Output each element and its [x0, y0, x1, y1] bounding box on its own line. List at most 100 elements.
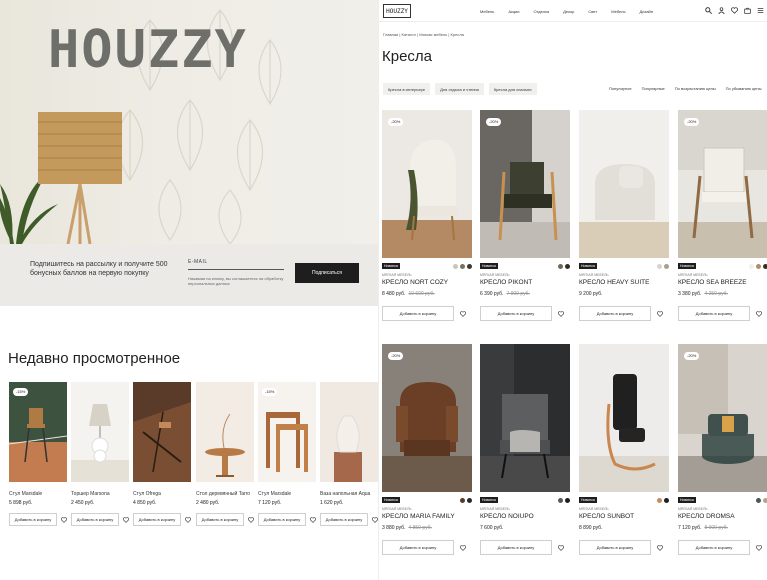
heart-icon[interactable]	[123, 516, 129, 523]
product-image[interactable]: -20%	[382, 110, 472, 258]
subscribe-button[interactable]: Подписаться	[295, 263, 359, 283]
color-swatch[interactable]	[460, 263, 465, 269]
color-swatch[interactable]	[763, 497, 767, 503]
product-name[interactable]: Стол деревянный Tarro	[196, 491, 254, 497]
add-to-cart-button[interactable]: Добавить в корзину	[382, 540, 454, 555]
color-swatch[interactable]	[558, 263, 563, 269]
recent-item[interactable]: Ваза напольная Aqua 1 620 руб. Добавить …	[320, 382, 378, 526]
add-to-cart-button[interactable]: Добавить в корзину	[71, 513, 119, 526]
product-card[interactable]: Новинка МЯГКАЯ МЕБЕЛЬ КРЕСЛО HEAVY SUITE 9 …	[579, 110, 669, 321]
product-image[interactable]: -15%	[258, 382, 316, 482]
color-swatch[interactable]	[763, 263, 767, 269]
product-image[interactable]	[71, 382, 129, 482]
nav-item[interactable]: Мебель	[611, 9, 625, 14]
product-name[interactable]: Ваза напольная Aqua	[320, 491, 378, 497]
color-swatch[interactable]	[565, 497, 570, 503]
color-swatch[interactable]	[467, 497, 472, 503]
color-swatch[interactable]	[657, 263, 662, 269]
filter-chip[interactable]: Для отдыха и чтения	[435, 83, 484, 95]
add-to-cart-button[interactable]: Добавить в корзину	[320, 513, 368, 526]
product-image[interactable]: -20%	[480, 110, 570, 258]
product-name[interactable]: КРЕСЛО DROMSA	[678, 513, 767, 520]
add-to-cart-button[interactable]: Добавить в корзину	[196, 513, 244, 526]
product-card[interactable]: Новинка МЯГКАЯ МЕБЕЛЬ КРЕСЛО NOIUPO 7 600 р…	[480, 344, 570, 555]
add-to-cart-button[interactable]: Добавить в корзину	[480, 306, 552, 321]
product-card[interactable]: -20% Новинка МЯГКАЯ МЕБЕЛЬ КРЕСЛО NORT COZY…	[382, 110, 472, 321]
cart-icon[interactable]	[744, 7, 751, 14]
filter-chip[interactable]: Кресла для спальни	[488, 83, 537, 95]
product-image[interactable]: -20%	[678, 110, 767, 258]
add-to-cart-button[interactable]: Добавить в корзину	[133, 513, 181, 526]
user-icon[interactable]	[718, 7, 725, 14]
product-image[interactable]: -20%	[678, 344, 767, 492]
product-card[interactable]: -20% Новинка МЯГКАЯ МЕБЕЛЬ КРЕСЛО DROMSA 7 1…	[678, 344, 767, 555]
search-icon[interactable]	[705, 7, 712, 14]
menu-icon[interactable]	[757, 7, 764, 14]
color-swatch[interactable]	[756, 263, 761, 269]
nav-item[interactable]: Мебель	[480, 9, 494, 14]
heart-icon[interactable]	[657, 310, 663, 317]
product-name[interactable]: Стул Marsdale	[258, 491, 316, 497]
recent-item[interactable]: Стол деревянный Tarro 2 480 руб. Добавит…	[196, 382, 254, 526]
sort-option[interactable]: Популярные	[642, 86, 665, 91]
email-field[interactable]	[188, 269, 284, 270]
filter-chip[interactable]: Кресла в интерьере	[383, 83, 431, 95]
add-to-cart-button[interactable]: Добавить в корзину	[678, 540, 750, 555]
heart-icon[interactable]	[731, 7, 738, 14]
product-image[interactable]	[579, 110, 669, 258]
heart-icon[interactable]	[185, 516, 191, 523]
heart-icon[interactable]	[558, 310, 564, 317]
product-card[interactable]: -20% Новинка МЯГКАЯ МЕБЕЛЬ КРЕСЛО MARIA FAM…	[382, 344, 472, 555]
heart-icon[interactable]	[756, 310, 762, 317]
sort-option[interactable]: По возрастанию цены	[675, 86, 716, 91]
recent-item[interactable]: Стул Ofrega 4 850 руб. Добавить в корзин…	[133, 382, 191, 526]
product-image[interactable]	[480, 344, 570, 492]
product-name[interactable]: КРЕСЛО NORT COZY	[382, 279, 472, 286]
product-card[interactable]: -20% Новинка МЯГКАЯ МЕБЕЛЬ КРЕСЛО SEA BREEZ…	[678, 110, 767, 321]
add-to-cart-button[interactable]: Добавить в корзину	[382, 306, 454, 321]
color-swatch[interactable]	[756, 497, 761, 503]
brand-logo[interactable]: HOUZZY	[383, 4, 411, 18]
color-swatch[interactable]	[565, 263, 570, 269]
add-to-cart-button[interactable]: Добавить в корзину	[678, 306, 750, 321]
recent-item[interactable]: -15% Стул Marsdale 7 120 руб. Добавить в…	[258, 382, 316, 526]
product-card[interactable]: -20% Новинка МЯГКАЯ МЕБЕЛЬ КРЕСЛО PIKONT 6 3…	[480, 110, 570, 321]
heart-icon[interactable]	[61, 516, 67, 523]
heart-icon[interactable]	[756, 544, 762, 551]
product-name[interactable]: КРЕСЛО MARIA FAMILY	[382, 513, 472, 520]
color-swatch[interactable]	[453, 263, 458, 269]
color-swatch[interactable]	[749, 263, 754, 269]
product-name[interactable]: Стул Marsdale	[9, 491, 67, 497]
nav-item[interactable]: Отделка	[534, 9, 550, 14]
product-image[interactable]: -15%	[9, 382, 67, 482]
product-name[interactable]: КРЕСЛО HEAVY SUITE	[579, 279, 669, 286]
add-to-cart-button[interactable]: Добавить в корзину	[9, 513, 57, 526]
nav-item[interactable]: Свет	[588, 9, 597, 14]
product-card[interactable]: Новинка МЯГКАЯ МЕБЕЛЬ КРЕСЛО SUNBOT 8 890 р…	[579, 344, 669, 555]
heart-icon[interactable]	[657, 544, 663, 551]
heart-icon[interactable]	[248, 516, 254, 523]
product-name[interactable]: Стул Ofrega	[133, 491, 191, 497]
breadcrumb[interactable]: Главная | Каталог | Мягкая мебель | Крес…	[383, 32, 464, 37]
product-name[interactable]: КРЕСЛО PIKONT	[480, 279, 570, 286]
color-swatch[interactable]	[460, 497, 465, 503]
product-image[interactable]	[320, 382, 378, 482]
heart-icon[interactable]	[310, 516, 316, 523]
heart-icon[interactable]	[460, 544, 466, 551]
heart-icon[interactable]	[558, 544, 564, 551]
nav-item[interactable]: Декор	[563, 9, 574, 14]
product-name[interactable]: КРЕСЛО SEA BREEZE	[678, 279, 767, 286]
product-image[interactable]: -20%	[382, 344, 472, 492]
product-image[interactable]	[196, 382, 254, 482]
product-name[interactable]: КРЕСЛО NOIUPO	[480, 513, 570, 520]
nav-item[interactable]: Акции	[508, 9, 519, 14]
recent-item[interactable]: Торшер Marsona 2 450 руб. Добавить в кор…	[71, 382, 129, 526]
color-swatch[interactable]	[467, 263, 472, 269]
add-to-cart-button[interactable]: Добавить в корзину	[258, 513, 306, 526]
add-to-cart-button[interactable]: Добавить в корзину	[579, 306, 651, 321]
product-name[interactable]: Торшер Marsona	[71, 491, 129, 497]
add-to-cart-button[interactable]: Добавить в корзину	[480, 540, 552, 555]
color-swatch[interactable]	[664, 497, 669, 503]
product-image[interactable]	[579, 344, 669, 492]
product-name[interactable]: КРЕСЛО SUNBOT	[579, 513, 669, 520]
